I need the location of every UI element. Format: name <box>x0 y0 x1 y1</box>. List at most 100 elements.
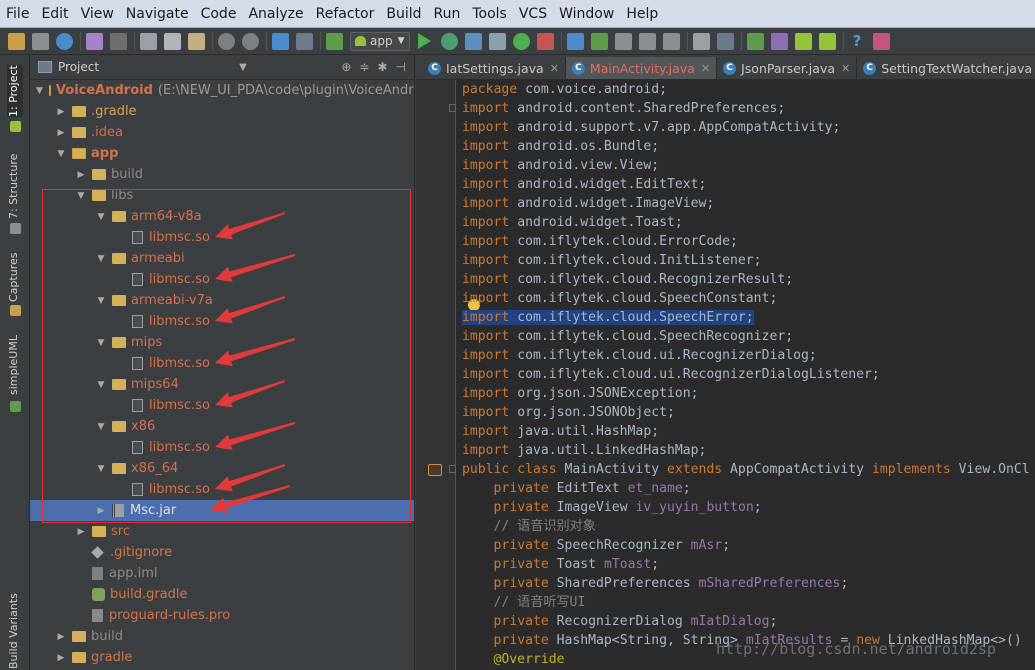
menu-build[interactable]: Build <box>386 6 421 22</box>
tree-node[interactable]: libmsc.so <box>30 479 414 500</box>
menu-help[interactable]: Help <box>626 6 658 22</box>
expand-arrow-closed-icon[interactable]: ▶ <box>56 128 66 138</box>
menu-window[interactable]: Window <box>559 6 614 22</box>
expand-arrow-open-icon[interactable]: ▼ <box>96 296 106 306</box>
menu-code[interactable]: Code <box>201 6 237 22</box>
avd-manager-icon[interactable] <box>770 32 788 50</box>
gear-icon[interactable]: ✱ <box>377 60 387 74</box>
scroll-from-source-icon[interactable]: ⊕ <box>341 60 351 74</box>
tree-node[interactable]: ▶ build <box>30 164 414 185</box>
coverage-icon[interactable] <box>464 32 482 50</box>
vcs-compare-icon[interactable] <box>614 32 632 50</box>
tree-node[interactable]: ▼ mips64 <box>30 374 414 395</box>
menu-analyze[interactable]: Analyze <box>248 6 303 22</box>
expand-arrow-open-icon[interactable]: ▼ <box>36 86 43 96</box>
undo-icon[interactable] <box>86 32 103 50</box>
implements-marker-icon[interactable] <box>428 464 442 476</box>
menu-navigate[interactable]: Navigate <box>126 6 189 22</box>
menu-refactor[interactable]: Refactor <box>316 6 375 22</box>
expand-arrow-open-icon[interactable]: ▼ <box>96 422 106 432</box>
tree-node[interactable]: ▼ armeabi <box>30 248 414 269</box>
tree-node[interactable]: proguard-rules.pro <box>30 605 414 626</box>
vcs-history-icon[interactable] <box>638 32 656 50</box>
project-structure-icon[interactable] <box>716 32 734 50</box>
expand-arrow-open-icon[interactable]: ▼ <box>96 212 106 222</box>
tree-node[interactable]: libmsc.so <box>30 353 414 374</box>
vcs-revert-icon[interactable] <box>662 32 680 50</box>
hide-panel-icon[interactable]: ⊣ <box>396 60 406 74</box>
close-icon[interactable]: ✕ <box>550 62 559 75</box>
chevron-down-icon[interactable]: ▼ <box>239 62 247 73</box>
expand-arrow-open-icon[interactable]: ▼ <box>96 254 106 264</box>
tree-node[interactable]: build.gradle <box>30 584 414 605</box>
make-project-icon[interactable] <box>326 32 343 50</box>
expand-arrow-closed-icon[interactable]: ▶ <box>56 632 66 642</box>
expand-arrow-closed-icon[interactable]: ▶ <box>76 170 86 180</box>
editor-tab[interactable]: C IatSettings.java ✕ <box>422 57 566 79</box>
vcs-update-icon[interactable] <box>566 32 584 50</box>
menu-file[interactable]: File <box>6 6 29 22</box>
redo-icon[interactable] <box>110 32 127 50</box>
tree-node[interactable]: ▼ libs <box>30 185 414 206</box>
profile-icon[interactable] <box>488 32 506 50</box>
editor-tab[interactable]: C JsonParser.java ✕ <box>717 57 858 79</box>
menu-edit[interactable]: Edit <box>41 6 68 22</box>
close-icon[interactable]: ✕ <box>841 62 850 75</box>
tree-node[interactable]: ▶ Msc.jar <box>30 500 414 521</box>
tree-node[interactable]: .gitignore <box>30 542 414 563</box>
expand-arrow-open-icon[interactable]: ▼ <box>96 464 106 474</box>
presentation-mode-icon[interactable] <box>872 32 890 50</box>
gradle-sync-icon[interactable] <box>746 32 764 50</box>
android-device-monitor-icon[interactable] <box>818 32 836 50</box>
cut-icon[interactable] <box>140 32 157 50</box>
expand-arrow-closed-icon[interactable]: ▶ <box>56 653 66 663</box>
tree-node[interactable]: libmsc.so <box>30 437 414 458</box>
tab-simpleuml[interactable]: simpleUML <box>7 333 23 395</box>
code-area[interactable]: package com.voice.android; import android… <box>462 80 1035 670</box>
expand-arrow-closed-icon[interactable]: ▶ <box>56 107 66 117</box>
menu-view[interactable]: View <box>81 6 114 22</box>
tree-node[interactable]: libmsc.so <box>30 227 414 248</box>
tab-structure[interactable]: 7: Structure <box>7 151 23 219</box>
expand-arrow-open-icon[interactable]: ▼ <box>76 191 86 201</box>
menu-vcs[interactable]: VCS <box>519 6 547 22</box>
open-folder-icon[interactable] <box>8 32 25 50</box>
editor-tab[interactable]: CSettingTextWatcher.java✕ <box>857 57 1035 79</box>
tree-node[interactable]: ▶ .idea <box>30 122 414 143</box>
back-icon[interactable] <box>272 32 289 50</box>
tree-node[interactable]: ▼ armeabi-v7a <box>30 290 414 311</box>
find-icon[interactable] <box>218 32 235 50</box>
tree-node[interactable]: libmsc.so <box>30 311 414 332</box>
debug-icon[interactable] <box>440 32 458 50</box>
fold-marker-icon[interactable] <box>449 104 456 112</box>
tree-node[interactable]: ▶ .gradle <box>30 101 414 122</box>
expand-arrow-open-icon[interactable]: ▼ <box>96 338 106 348</box>
tree-node[interactable]: app.iml <box>30 563 414 584</box>
project-panel-title[interactable]: Project <box>58 60 99 74</box>
expand-arrow-closed-icon[interactable]: ▶ <box>76 527 86 537</box>
tree-node[interactable]: ▼ x86 <box>30 416 414 437</box>
paste-icon[interactable] <box>188 32 205 50</box>
help-icon[interactable]: ? <box>849 32 866 50</box>
collapse-all-icon[interactable]: ≑ <box>359 60 369 74</box>
sync-icon[interactable] <box>56 32 73 50</box>
run-icon[interactable] <box>417 33 431 49</box>
editor-tab[interactable]: C MainActivity.java ✕ <box>565 57 718 79</box>
menu-tools[interactable]: Tools <box>472 6 507 22</box>
forward-icon[interactable] <box>296 32 313 50</box>
tree-node[interactable]: ▼ x86_64 <box>30 458 414 479</box>
expand-arrow-closed-icon[interactable]: ▶ <box>96 506 106 516</box>
tab-project[interactable]: 1: Project <box>7 65 23 117</box>
save-icon[interactable] <box>32 32 49 50</box>
stop-icon[interactable] <box>536 32 554 50</box>
run-configuration-select[interactable]: app ▼ <box>350 31 410 51</box>
close-icon[interactable]: ✕ <box>701 62 710 75</box>
tree-node[interactable]: ▶ gradle <box>30 647 414 668</box>
settings-icon[interactable] <box>692 32 710 50</box>
tree-node[interactable]: ▶ src <box>30 521 414 542</box>
fold-marker-icon[interactable] <box>449 465 456 473</box>
replace-icon[interactable] <box>242 32 259 50</box>
apply-changes-icon[interactable] <box>512 32 530 50</box>
tab-build-variants[interactable]: Build Variants <box>7 593 23 669</box>
vcs-commit-icon[interactable] <box>590 32 608 50</box>
